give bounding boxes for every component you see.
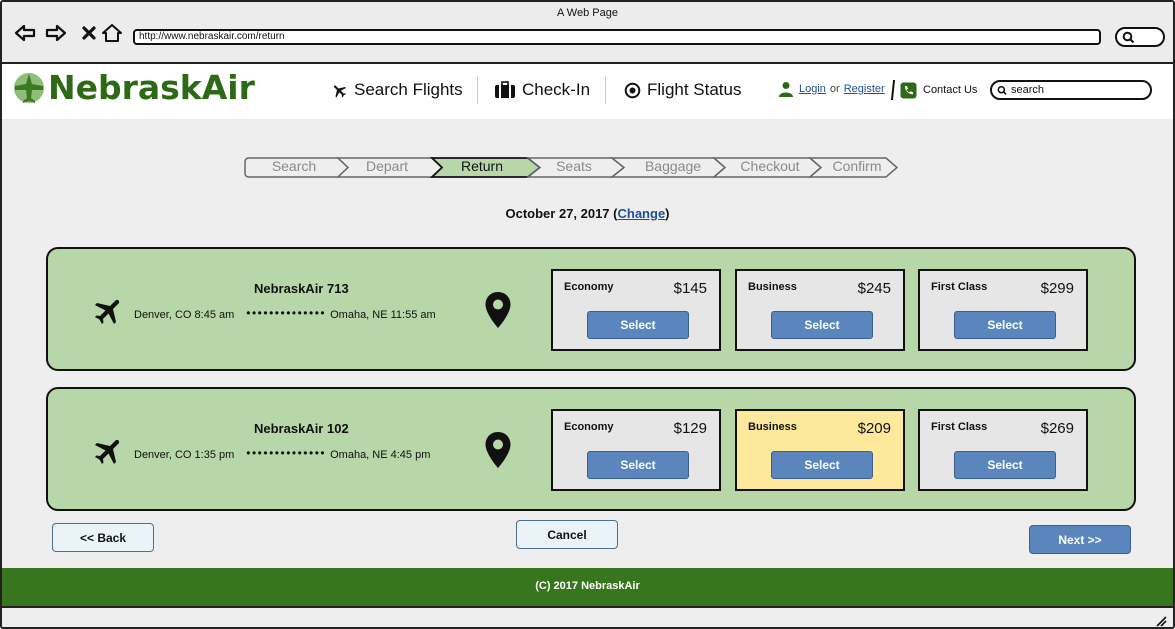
- step-checkout[interactable]: Checkout: [734, 158, 806, 174]
- search-icon: [1122, 31, 1135, 44]
- nav-check-in-label: Check-In: [522, 80, 591, 99]
- browser-search-field[interactable]: [1115, 27, 1165, 47]
- fare-business: Business $245 Select: [735, 269, 905, 351]
- nav-search-flights-label: Search Flights: [354, 80, 463, 99]
- select-button[interactable]: Select: [954, 451, 1056, 479]
- close-icon[interactable]: [78, 21, 100, 45]
- select-button[interactable]: Select: [587, 311, 689, 339]
- fare-class: Business: [748, 281, 797, 293]
- logo[interactable]: NebraskAir: [12, 68, 255, 107]
- change-date-link[interactable]: Change: [618, 206, 666, 221]
- account-links: Login or Register: [778, 81, 885, 97]
- step-baggage[interactable]: Baggage: [632, 158, 714, 174]
- phone-icon: [900, 82, 917, 98]
- browser-titlebar: A Web Page http://www.nebraskair.com/ret…: [2, 2, 1173, 64]
- next-button[interactable]: Next >>: [1029, 525, 1131, 554]
- fare-first-class: First Class $299 Select: [918, 269, 1088, 351]
- fare-first-class: First Class $269 Select: [918, 409, 1088, 491]
- search-icon: [997, 85, 1007, 95]
- step-depart[interactable]: Depart: [356, 158, 418, 174]
- nav-check-in[interactable]: Check-In: [494, 80, 590, 100]
- user-icon: [779, 82, 793, 97]
- fare-price: $269: [1040, 420, 1074, 437]
- airplane-icon: [94, 439, 120, 465]
- location-pin-icon: [485, 432, 511, 468]
- register-link[interactable]: Register: [844, 83, 885, 95]
- window-title: A Web Page: [557, 7, 618, 19]
- fare-business-selected: Business $209 Select: [735, 409, 905, 491]
- location-pin-icon: [485, 292, 511, 328]
- back-button[interactable]: << Back: [52, 523, 154, 552]
- fare-price: $245: [857, 280, 891, 297]
- arrival-info: Omaha, NE 4:45 pm: [330, 449, 431, 461]
- nav-divider: [605, 76, 606, 104]
- airplane-icon: [333, 84, 347, 98]
- home-icon[interactable]: [101, 21, 123, 45]
- departure-info: Denver, CO 8:45 am: [134, 309, 235, 321]
- airplane-logo-icon: [14, 72, 44, 103]
- brand-name: NebraskAir: [48, 68, 255, 107]
- divider: [890, 80, 896, 100]
- airplane-icon: [94, 299, 120, 325]
- contact-us-link[interactable]: Contact Us: [890, 80, 978, 100]
- step-confirm[interactable]: Confirm: [826, 158, 888, 174]
- nav-flight-status[interactable]: Flight Status: [624, 80, 742, 100]
- site-search-input[interactable]: search: [990, 80, 1152, 100]
- travel-date: October 27, 2017 (Change): [505, 206, 670, 221]
- select-button[interactable]: Select: [771, 311, 873, 339]
- fare-economy: Economy $129 Select: [551, 409, 721, 491]
- fare-class: Economy: [564, 421, 614, 433]
- fare-price: $209: [857, 420, 891, 437]
- arrival-info: Omaha, NE 11:55 am: [330, 309, 436, 321]
- flight-route: Denver, CO 1:35 pm •••••••••••••• Omaha,…: [134, 446, 431, 462]
- step-return[interactable]: Return: [450, 158, 514, 174]
- browser-statusbar: [2, 606, 1173, 627]
- travel-date-text: October 27, 2017: [505, 206, 610, 221]
- select-button[interactable]: Select: [587, 451, 689, 479]
- nav-flight-status-label: Flight Status: [647, 80, 742, 99]
- fare-economy: Economy $145 Select: [551, 269, 721, 351]
- login-link[interactable]: Login: [799, 83, 826, 95]
- booking-progress: Search Depart Return Seats Baggage Check…: [244, 157, 904, 178]
- site-search-placeholder: search: [1011, 84, 1045, 96]
- step-seats[interactable]: Seats: [546, 158, 602, 174]
- fare-class: Economy: [564, 281, 614, 293]
- fare-class: Business: [748, 421, 797, 433]
- flight-route: Denver, CO 8:45 am •••••••••••••• Omaha,…: [134, 306, 436, 322]
- or-text: or: [829, 83, 840, 95]
- back-arrow-icon[interactable]: [14, 21, 36, 45]
- flight-card: NebraskAir 102 Denver, CO 1:35 pm ••••••…: [46, 387, 1136, 511]
- route-line: ••••••••••••••: [246, 446, 327, 460]
- fare-price: $129: [673, 420, 707, 437]
- resize-grip-icon[interactable]: [1155, 615, 1167, 627]
- target-icon: [624, 82, 641, 98]
- nav-search-flights[interactable]: Search Flights: [331, 80, 463, 100]
- browser-window: A Web Page http://www.nebraskair.com/ret…: [0, 0, 1175, 629]
- flight-name: NebraskAir 102: [254, 421, 349, 436]
- fare-price: $145: [673, 280, 707, 297]
- flight-card: NebraskAir 713 Denver, CO 8:45 am ••••••…: [46, 247, 1136, 371]
- select-button[interactable]: Select: [954, 311, 1056, 339]
- nav-divider: [477, 76, 478, 104]
- fare-class: First Class: [931, 281, 988, 293]
- site-header: NebraskAir Search Flights Check-In Fligh…: [2, 64, 1173, 181]
- select-button[interactable]: Select: [771, 451, 873, 479]
- suitcase-icon: [495, 81, 515, 98]
- copyright-text: (C) 2017 NebraskAir: [535, 580, 640, 592]
- forward-arrow-icon[interactable]: [45, 21, 67, 45]
- url-field[interactable]: http://www.nebraskair.com/return: [133, 29, 1101, 45]
- footer: (C) 2017 NebraskAir: [2, 568, 1173, 606]
- flight-name: NebraskAir 713: [254, 281, 349, 296]
- route-line: ••••••••••••••: [246, 306, 327, 320]
- step-search[interactable]: Search: [266, 158, 322, 174]
- fare-class: First Class: [931, 421, 988, 433]
- contact-us-label: Contact Us: [923, 84, 978, 96]
- departure-info: Denver, CO 1:35 pm: [134, 449, 235, 461]
- cancel-button[interactable]: Cancel: [516, 520, 618, 549]
- fare-price: $299: [1040, 280, 1074, 297]
